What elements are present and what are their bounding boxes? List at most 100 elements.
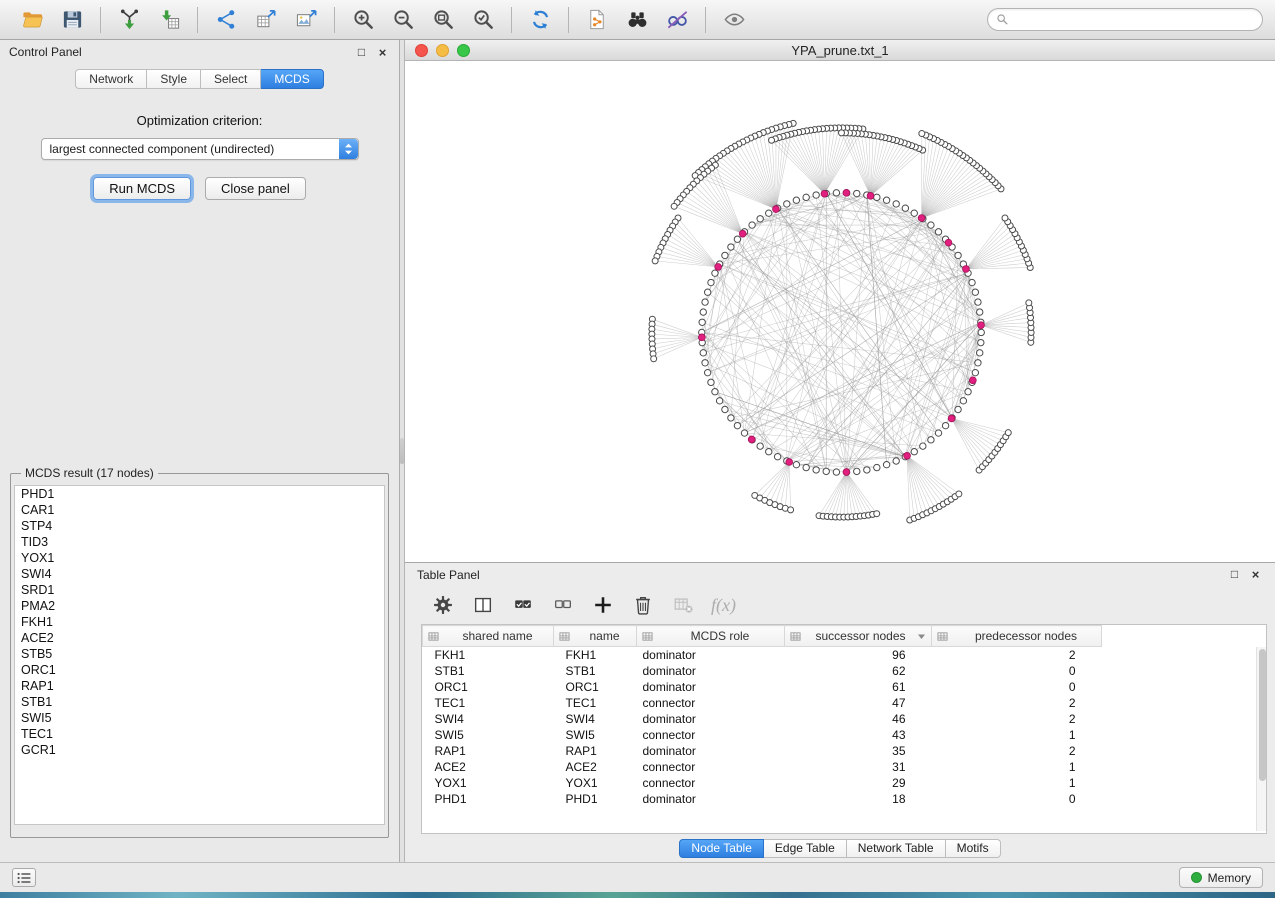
toolbar-separator bbox=[197, 7, 198, 33]
result-node-item[interactable]: STB1 bbox=[15, 694, 384, 710]
tab-mcds[interactable]: MCDS bbox=[261, 69, 323, 89]
share-document-icon[interactable] bbox=[582, 6, 612, 34]
import-table-icon[interactable] bbox=[154, 6, 184, 34]
table-scrollbar[interactable] bbox=[1256, 647, 1266, 831]
result-node-item[interactable]: CAR1 bbox=[15, 502, 384, 518]
result-node-item[interactable]: STP4 bbox=[15, 518, 384, 534]
result-node-item[interactable]: TEC1 bbox=[15, 726, 384, 742]
table-cell: PHD1 bbox=[423, 791, 554, 807]
hide-graphics-icon[interactable] bbox=[662, 6, 692, 34]
show-columns-icon[interactable] bbox=[471, 594, 494, 617]
table-row[interactable]: SWI4SWI4dominator462 bbox=[423, 711, 1267, 727]
table-cell: 2 bbox=[932, 743, 1102, 759]
result-node-item[interactable]: PHD1 bbox=[15, 486, 384, 502]
splitter-grip-icon[interactable] bbox=[400, 438, 404, 464]
result-node-item[interactable]: SRD1 bbox=[15, 582, 384, 598]
run-mcds-button[interactable]: Run MCDS bbox=[93, 177, 191, 200]
delete-table-icon[interactable] bbox=[671, 594, 694, 617]
table-row[interactable]: TEC1TEC1connector472 bbox=[423, 695, 1267, 711]
tab-network[interactable]: Network bbox=[75, 69, 147, 89]
result-node-item[interactable]: FKH1 bbox=[15, 614, 384, 630]
tab-node-table[interactable]: Node Table bbox=[679, 839, 764, 858]
delete-columns-icon[interactable] bbox=[631, 594, 654, 617]
tab-motifs[interactable]: Motifs bbox=[946, 839, 1001, 858]
memory-button[interactable]: Memory bbox=[1179, 867, 1263, 888]
table-cell: connector bbox=[637, 759, 785, 775]
node-table-grid: shared name name MCDS role successor nod… bbox=[422, 625, 1266, 807]
table-cell: ACE2 bbox=[554, 759, 637, 775]
result-node-item[interactable]: GCR1 bbox=[15, 742, 384, 758]
table-row[interactable]: FKH1FKH1dominator962 bbox=[423, 647, 1267, 663]
column-header-name[interactable]: name bbox=[554, 626, 637, 647]
toolbar-separator bbox=[568, 7, 569, 33]
export-image-icon[interactable] bbox=[291, 6, 321, 34]
function-builder-icon[interactable]: f(x) bbox=[711, 594, 736, 616]
tab-style[interactable]: Style bbox=[147, 69, 201, 89]
table-row[interactable]: ACE2ACE2connector311 bbox=[423, 759, 1267, 775]
refresh-view-icon[interactable] bbox=[525, 6, 555, 34]
table-row[interactable]: YOX1YOX1connector291 bbox=[423, 775, 1267, 791]
open-session-icon[interactable] bbox=[17, 6, 47, 34]
table-cell: dominator bbox=[637, 791, 785, 807]
table-cell bbox=[1102, 663, 1267, 679]
close-mcds-panel-button[interactable]: Close panel bbox=[205, 177, 306, 200]
mcds-panel: Optimization criterion: largest connecte… bbox=[0, 99, 399, 862]
table-row[interactable]: ORC1ORC1dominator610 bbox=[423, 679, 1267, 695]
table-row[interactable]: RAP1RAP1dominator352 bbox=[423, 743, 1267, 759]
result-node-item[interactable]: STB5 bbox=[15, 646, 384, 662]
column-header-predecessor-nodes[interactable]: predecessor nodes bbox=[932, 626, 1102, 647]
export-table-icon[interactable] bbox=[251, 6, 281, 34]
result-node-item[interactable]: ORC1 bbox=[15, 662, 384, 678]
minimize-window-icon[interactable] bbox=[436, 44, 449, 57]
network-window-titlebar[interactable]: YPA_prune.txt_1 bbox=[405, 40, 1275, 61]
criterion-dropdown[interactable]: largest connected component (undirected) bbox=[41, 138, 359, 160]
table-row[interactable]: PHD1PHD1dominator180 bbox=[423, 791, 1267, 807]
search-input[interactable] bbox=[1014, 13, 1254, 27]
table-options-icon[interactable] bbox=[431, 594, 454, 617]
search-objects-icon[interactable] bbox=[622, 6, 652, 34]
zoom-in-icon[interactable] bbox=[348, 6, 378, 34]
network-canvas[interactable] bbox=[405, 61, 1275, 562]
search-box[interactable] bbox=[987, 8, 1263, 31]
float-panel-icon[interactable]: □ bbox=[354, 45, 369, 60]
table-cell: ACE2 bbox=[423, 759, 554, 775]
table-row[interactable]: SWI5SWI5connector431 bbox=[423, 727, 1267, 743]
zoom-out-icon[interactable] bbox=[388, 6, 418, 34]
result-node-item[interactable]: TID3 bbox=[15, 534, 384, 550]
tab-edge-table[interactable]: Edge Table bbox=[764, 839, 847, 858]
result-node-item[interactable]: YOX1 bbox=[15, 550, 384, 566]
zoom-selected-icon[interactable] bbox=[468, 6, 498, 34]
zoom-fit-icon[interactable] bbox=[428, 6, 458, 34]
close-panel-icon[interactable]: × bbox=[375, 45, 390, 60]
float-table-panel-icon[interactable]: □ bbox=[1227, 567, 1242, 582]
table-cell: dominator bbox=[637, 679, 785, 695]
close-window-icon[interactable] bbox=[415, 44, 428, 57]
result-node-item[interactable]: RAP1 bbox=[15, 678, 384, 694]
column-header-successor-nodes[interactable]: successor nodes bbox=[785, 626, 932, 647]
show-graphics-icon[interactable] bbox=[719, 6, 749, 34]
import-network-icon[interactable] bbox=[114, 6, 144, 34]
table-cell: FKH1 bbox=[423, 647, 554, 663]
unselect-all-rows-icon[interactable] bbox=[551, 594, 574, 617]
tab-network-table[interactable]: Network Table bbox=[847, 839, 946, 858]
column-header-mcds-role[interactable]: MCDS role bbox=[637, 626, 785, 647]
result-node-item[interactable]: PMA2 bbox=[15, 598, 384, 614]
table-scrollbar-thumb[interactable] bbox=[1259, 649, 1266, 781]
export-network-icon[interactable] bbox=[211, 6, 241, 34]
tab-select[interactable]: Select bbox=[201, 69, 261, 89]
mcds-result-list[interactable]: PHD1CAR1STP4TID3YOX1SWI4SRD1PMA2FKH1ACE2… bbox=[14, 485, 385, 825]
table-cell: PHD1 bbox=[554, 791, 637, 807]
create-column-icon[interactable] bbox=[591, 594, 614, 617]
table-row[interactable]: STB1STB1dominator620 bbox=[423, 663, 1267, 679]
network-graph[interactable] bbox=[405, 61, 1275, 562]
close-table-panel-icon[interactable]: × bbox=[1248, 567, 1263, 582]
result-node-item[interactable]: SWI4 bbox=[15, 566, 384, 582]
column-header-shared-name[interactable]: shared name bbox=[423, 626, 554, 647]
save-session-icon[interactable] bbox=[57, 6, 87, 34]
zoom-window-icon[interactable] bbox=[457, 44, 470, 57]
column-dropdown-icon[interactable] bbox=[917, 632, 926, 641]
result-node-item[interactable]: ACE2 bbox=[15, 630, 384, 646]
result-node-item[interactable]: SWI5 bbox=[15, 710, 384, 726]
select-all-rows-icon[interactable] bbox=[511, 594, 534, 617]
panel-menu-icon[interactable] bbox=[12, 868, 36, 887]
